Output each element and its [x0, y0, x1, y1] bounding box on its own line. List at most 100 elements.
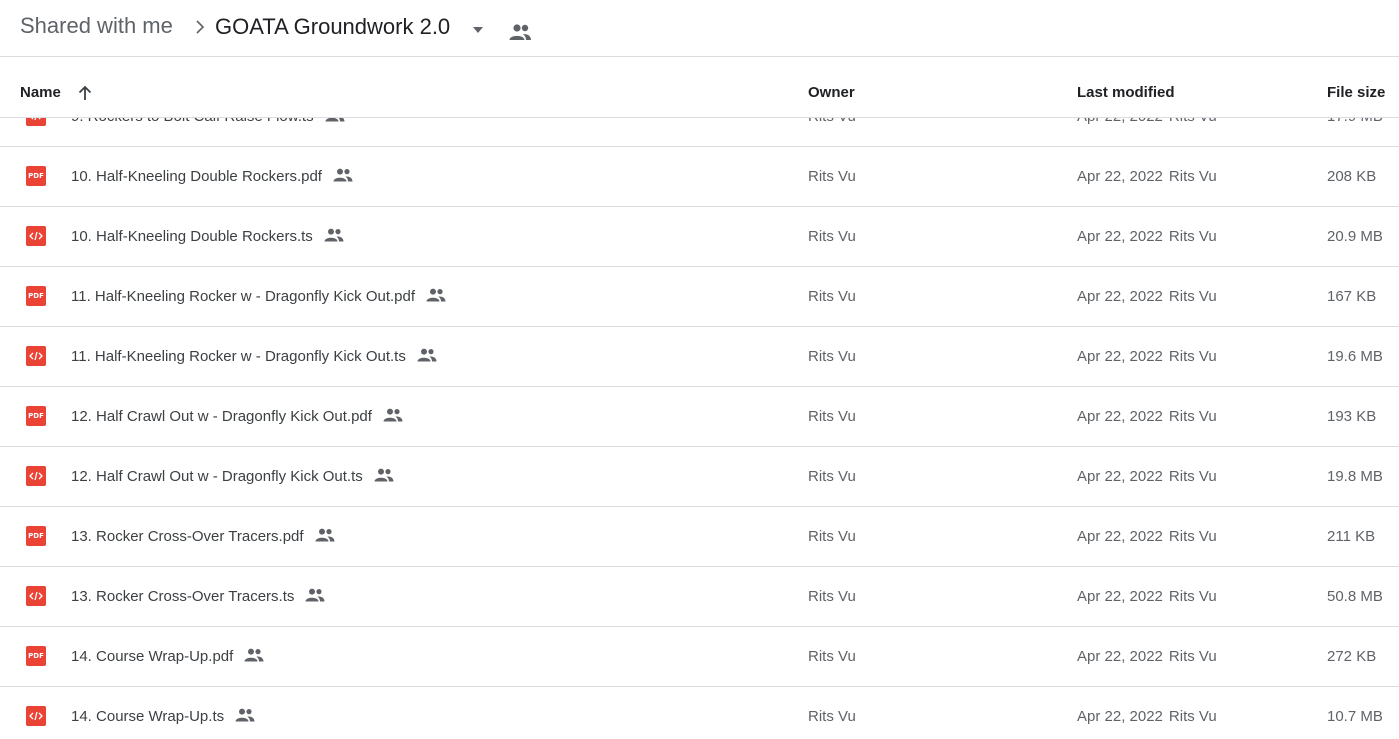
breadcrumb-current-folder[interactable]: GOATA Groundwork 2.0	[215, 14, 450, 40]
file-last-modified: Apr 22, 2022 Rits Vu	[1077, 528, 1217, 545]
modified-date: Apr 22, 2022	[1077, 588, 1163, 605]
file-last-modified: Apr 22, 2022 Rits Vu	[1077, 168, 1217, 185]
file-name[interactable]: 12. Half Crawl Out w - Dragonfly Kick Ou…	[71, 408, 404, 425]
file-name[interactable]: 13. Rocker Cross-Over Tracers.ts	[71, 588, 326, 605]
file-size: 167 KB	[1327, 288, 1377, 305]
file-owner: Rits Vu	[808, 228, 856, 245]
modified-date: Apr 22, 2022	[1077, 528, 1163, 545]
breadcrumb-shared-with-me[interactable]: Shared with me	[20, 13, 173, 39]
shared-people-icon	[315, 528, 335, 542]
file-owner: Rits Vu	[808, 168, 856, 185]
shared-people-icon	[244, 648, 264, 662]
file-last-modified: Apr 22, 2022 Rits Vu	[1077, 588, 1217, 605]
file-size: 211 KB	[1327, 528, 1376, 545]
file-row[interactable]: 10. Half-Kneeling Double Rockers.pdf Rits…	[0, 147, 1399, 207]
file-last-modified: Apr 22, 2022 Rits Vu	[1077, 288, 1217, 305]
file-name[interactable]: 12. Half Crawl Out w - Dragonfly Kick Ou…	[71, 468, 395, 485]
modified-date: Apr 22, 2022	[1077, 288, 1163, 305]
file-name-text: 11. Half-Kneeling Rocker w - Dragonfly K…	[71, 288, 416, 305]
column-header-name[interactable]: Name	[20, 84, 61, 101]
file-owner: Rits Vu	[808, 288, 856, 305]
file-last-modified: Apr 22, 2022 Rits Vu	[1077, 408, 1217, 425]
modified-date: Apr 22, 2022	[1077, 648, 1163, 665]
pdf-file-icon	[26, 166, 46, 186]
caret-down-icon[interactable]	[470, 24, 486, 36]
pdf-file-icon	[26, 646, 46, 666]
modified-by: Rits Vu	[1168, 588, 1217, 605]
file-size: 193 KB	[1327, 408, 1377, 425]
modified-by: Rits Vu	[1168, 528, 1217, 545]
file-list: 9. Rockers to Bolt Calf Raise Flow.tsRit…	[0, 87, 1399, 739]
shared-people-icon	[333, 168, 353, 182]
file-name-text: 10. Half-Kneeling Double Rockers.ts	[71, 228, 313, 245]
modified-date: Apr 22, 2022	[1077, 468, 1163, 485]
file-row[interactable]: 12. Half Crawl Out w - Dragonfly Kick Ou…	[0, 447, 1399, 507]
file-name-text: 12. Half Crawl Out w - Dragonfly Kick Ou…	[71, 468, 363, 485]
file-owner: Rits Vu	[808, 408, 856, 425]
file-name[interactable]: 11. Half-Kneeling Rocker w - Dragonfly K…	[71, 288, 447, 305]
file-row[interactable]: 14. Course Wrap-Up.ts Rits Vu Apr 22, 2022…	[0, 687, 1399, 739]
file-last-modified: Apr 22, 2022 Rits Vu	[1077, 648, 1217, 665]
shared-people-icon	[235, 708, 255, 722]
sort-ascending-arrow-icon[interactable]	[76, 84, 94, 102]
file-name-text: 13. Rocker Cross-Over Tracers.ts	[71, 588, 295, 605]
pdf-file-icon	[26, 526, 46, 546]
pdf-file-icon	[26, 286, 46, 306]
file-row[interactable]: 12. Half Crawl Out w - Dragonfly Kick Ou…	[0, 387, 1399, 447]
shared-people-icon	[426, 288, 446, 302]
file-owner: Rits Vu	[808, 528, 856, 545]
modified-date: Apr 22, 2022	[1077, 168, 1163, 185]
code-file-icon	[26, 226, 46, 246]
code-file-icon	[26, 466, 46, 486]
shared-people-icon	[324, 228, 344, 242]
code-file-icon	[26, 706, 46, 726]
file-row[interactable]: 13. Rocker Cross-Over Tracers.pdf Rits Vu…	[0, 507, 1399, 567]
modified-by: Rits Vu	[1168, 648, 1217, 665]
file-name[interactable]: 11. Half-Kneeling Rocker w - Dragonfly K…	[71, 348, 438, 365]
modified-by: Rits Vu	[1168, 408, 1217, 425]
file-owner: Rits Vu	[808, 648, 856, 665]
file-owner: Rits Vu	[808, 708, 856, 725]
file-size: 19.8 MB	[1327, 468, 1383, 485]
file-name[interactable]: 10. Half-Kneeling Double Rockers.ts	[71, 228, 345, 245]
shared-people-icon	[509, 24, 531, 40]
file-last-modified: Apr 22, 2022 Rits Vu	[1077, 708, 1217, 725]
shared-people-icon	[383, 408, 403, 422]
code-file-icon	[26, 346, 46, 366]
file-row[interactable]: 11. Half-Kneeling Rocker w - Dragonfly K…	[0, 267, 1399, 327]
shared-people-icon	[417, 348, 437, 362]
file-row[interactable]: 10. Half-Kneeling Double Rockers.ts Rits …	[0, 207, 1399, 267]
file-name[interactable]: 14. Course Wrap-Up.ts	[71, 708, 256, 725]
column-header-file-size: File size	[1327, 84, 1386, 101]
modified-by: Rits Vu	[1168, 468, 1217, 485]
file-size: 50.8 MB	[1327, 588, 1383, 605]
file-name[interactable]: 10. Half-Kneeling Double Rockers.pdf	[71, 168, 354, 185]
modified-by: Rits Vu	[1168, 348, 1217, 365]
column-header-owner: Owner	[808, 84, 855, 101]
file-size: 10.7 MB	[1327, 708, 1383, 725]
file-name-text: 14. Course Wrap-Up.pdf	[71, 648, 234, 665]
code-file-icon	[26, 586, 46, 606]
column-header-last-modified[interactable]: Last modified	[1077, 84, 1175, 101]
file-owner: Rits Vu	[808, 468, 856, 485]
file-name[interactable]: 13. Rocker Cross-Over Tracers.pdf	[71, 528, 336, 545]
breadcrumb-bar: Shared with me GOATA Groundwork 2.0	[0, 0, 1399, 57]
shared-people-icon	[374, 468, 394, 482]
file-last-modified: Apr 22, 2022 Rits Vu	[1077, 348, 1217, 365]
modified-by: Rits Vu	[1168, 228, 1217, 245]
modified-date: Apr 22, 2022	[1077, 348, 1163, 365]
file-size: 19.6 MB	[1327, 348, 1383, 365]
file-last-modified: Apr 22, 2022 Rits Vu	[1077, 228, 1217, 245]
pdf-file-icon	[26, 406, 46, 426]
file-row[interactable]: 13. Rocker Cross-Over Tracers.ts Rits Vu A…	[0, 567, 1399, 627]
file-row[interactable]: 14. Course Wrap-Up.pdfRits VuApr 22, 202…	[0, 627, 1399, 687]
file-list-header: Name Owner Last modified File size	[0, 57, 1399, 118]
file-name[interactable]: 14. Course Wrap-Up.pdf	[71, 648, 265, 665]
modified-date: Apr 22, 2022	[1077, 408, 1163, 425]
file-last-modified: Apr 22, 2022 Rits Vu	[1077, 468, 1217, 485]
file-row[interactable]: 11. Half-Kneeling Rocker w - Dragonfly K…	[0, 327, 1399, 387]
chevron-right-icon	[196, 20, 205, 34]
file-name-text: 12. Half Crawl Out w - Dragonfly Kick Ou…	[71, 408, 372, 425]
modified-by: Rits Vu	[1168, 708, 1217, 725]
file-name-text: 14. Course Wrap-Up.ts	[71, 708, 225, 725]
